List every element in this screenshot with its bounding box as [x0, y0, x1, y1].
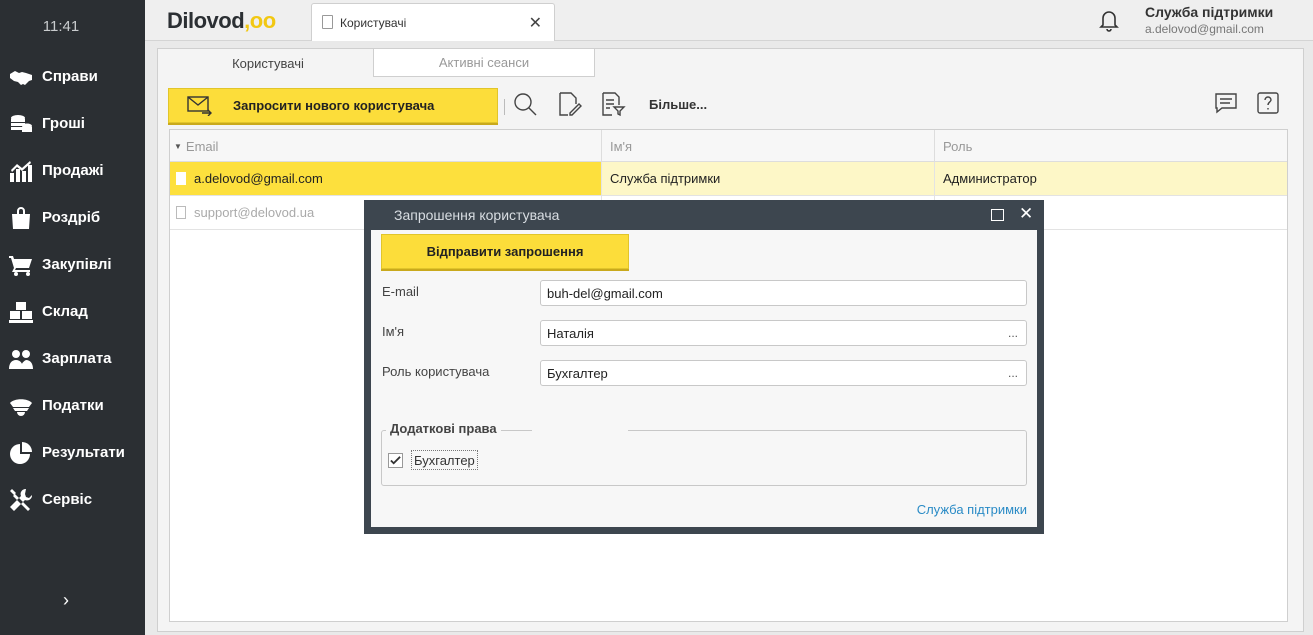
- edit-icon[interactable]: [556, 91, 584, 119]
- toolbar: Запросити нового користувача Більше...: [158, 77, 1303, 125]
- name-label: Ім'я: [382, 324, 405, 339]
- tab-title: Користувачі: [340, 16, 407, 30]
- checkbox-label[interactable]: Бухгалтер: [411, 450, 478, 470]
- close-icon[interactable]: ✕: [1019, 204, 1033, 224]
- sidebar-item-servis[interactable]: Сервіс: [0, 476, 145, 523]
- email-label: E-mail: [382, 284, 419, 299]
- table-header: ▼ Email Ім'я Роль: [170, 130, 1287, 162]
- sidebar-item-label: Гроші: [42, 115, 85, 132]
- file-icon: [176, 172, 186, 185]
- sidebar: 11:41 Справи Гроші Продажі Роздріб Закуп…: [0, 0, 145, 635]
- sidebar-item-spravy[interactable]: Справи: [0, 53, 145, 100]
- sales-chart-icon: [8, 158, 34, 184]
- sidebar-item-rozdrib[interactable]: Роздріб: [0, 194, 145, 241]
- tab-users[interactable]: Користувачі ✕: [311, 3, 555, 42]
- column-header-email[interactable]: ▼ Email: [170, 130, 602, 162]
- invite-user-label: Запросити нового користувача: [233, 98, 435, 113]
- sidebar-item-groshi[interactable]: Гроші: [0, 100, 145, 147]
- additional-rights-group: Додаткові права Бухгалтер: [381, 421, 1027, 486]
- top-bar: Dilovod,oo Користувачі ✕ Служба підтримк…: [145, 0, 1313, 42]
- sidebar-item-label: Результати: [42, 444, 125, 461]
- pie-chart-icon: [8, 440, 34, 466]
- group-line-gap: [532, 430, 628, 431]
- dialog-title: Запрошення користувача: [394, 207, 560, 223]
- user-name[interactable]: Служба підтримки: [1145, 4, 1273, 20]
- sidebar-item-sklad[interactable]: Склад: [0, 288, 145, 335]
- group-title: Додаткові права: [386, 421, 501, 436]
- support-link[interactable]: Служба підтримки: [917, 502, 1027, 517]
- coins-icon: [8, 111, 34, 137]
- sidebar-item-label: Склад: [42, 303, 88, 320]
- sort-down-icon: ▼: [174, 141, 182, 151]
- mail-send-icon: [187, 95, 213, 116]
- sidebar-item-label: Зарплата: [42, 350, 112, 367]
- name-value: Наталія: [547, 325, 594, 341]
- dialog-body: Відправити запрошення E-mail buh-del@gma…: [371, 230, 1037, 527]
- subtab-active-sessions[interactable]: Активні сеанси: [373, 49, 595, 77]
- sidebar-expand-icon[interactable]: ›: [56, 588, 76, 612]
- logo-dots: ,oo: [244, 8, 276, 33]
- name-select-button[interactable]: ...: [1008, 326, 1018, 340]
- clock: 11:41: [42, 18, 80, 35]
- email-text: support@delovod.ua: [194, 205, 315, 220]
- sidebar-nav: Справи Гроші Продажі Роздріб Закупівлі С…: [0, 53, 145, 523]
- sidebar-item-label: Продажі: [42, 162, 104, 179]
- email-text: a.delovod@gmail.com: [194, 171, 323, 186]
- chat-icon[interactable]: [1214, 91, 1240, 117]
- officer-cap-icon: [8, 393, 34, 419]
- accountant-checkbox[interactable]: [388, 453, 403, 468]
- email-field[interactable]: buh-del@gmail.com: [540, 280, 1027, 306]
- table-row[interactable]: a.delovod@gmail.com Служба підтримки Адм…: [170, 162, 1287, 196]
- column-label: Email: [185, 138, 219, 154]
- sidebar-item-podatky[interactable]: Податки: [0, 382, 145, 429]
- column-header-role[interactable]: Роль: [935, 130, 1287, 162]
- role-select-button[interactable]: ...: [1008, 366, 1018, 380]
- cell-name: Служба підтримки: [602, 162, 935, 195]
- sidebar-item-label: Закупівлі: [42, 256, 112, 273]
- user-email: a.delovod@gmail.com: [1145, 22, 1264, 36]
- invite-user-dialog: Запрошення користувача ✕ Відправити запр…: [364, 200, 1044, 534]
- sidebar-item-label: Сервіс: [42, 491, 93, 508]
- document-icon: [322, 15, 333, 29]
- bell-icon[interactable]: [1097, 8, 1123, 34]
- sidebar-item-zakupivli[interactable]: Закупівлі: [0, 241, 145, 288]
- cell-email: a.delovod@gmail.com: [170, 162, 602, 195]
- role-label: Роль користувача: [382, 364, 490, 379]
- filter-doc-icon[interactable]: [600, 91, 628, 119]
- sidebar-item-prodazhi[interactable]: Продажі: [0, 147, 145, 194]
- sidebar-item-label: Справи: [42, 68, 98, 85]
- shopping-bag-icon: [8, 205, 34, 231]
- role-value: Бухгалтер: [547, 365, 608, 381]
- people-icon: [8, 346, 34, 372]
- help-icon[interactable]: [1256, 91, 1282, 117]
- invite-user-button[interactable]: Запросити нового користувача: [168, 88, 498, 123]
- column-header-name[interactable]: Ім'я: [602, 130, 935, 162]
- send-invite-button[interactable]: Відправити запрошення: [381, 234, 629, 269]
- check-icon: [390, 456, 401, 465]
- sidebar-item-zarplata[interactable]: Зарплата: [0, 335, 145, 382]
- logo-text: Dilovod: [167, 8, 245, 33]
- tools-icon: [8, 487, 34, 513]
- sidebar-item-label: Податки: [42, 397, 104, 414]
- tab-close-icon[interactable]: ✕: [529, 13, 542, 33]
- email-value: buh-del@gmail.com: [547, 285, 663, 301]
- sidebar-item-label: Роздріб: [42, 209, 101, 226]
- toolbar-divider: [504, 99, 505, 115]
- handshake-icon: [8, 64, 34, 90]
- file-icon: [176, 206, 186, 219]
- boxes-icon: [8, 299, 34, 325]
- sidebar-item-rezultaty[interactable]: Результати: [0, 429, 145, 476]
- logo: Dilovod,oo: [167, 8, 276, 34]
- role-field[interactable]: Бухгалтер...: [540, 360, 1027, 386]
- cell-role: Администратор: [935, 162, 1287, 195]
- subtab-users[interactable]: Користувачі: [168, 49, 368, 77]
- maximize-icon[interactable]: [991, 209, 1004, 221]
- cart-icon: [8, 252, 34, 278]
- search-icon[interactable]: [512, 91, 540, 119]
- name-field[interactable]: Наталія...: [540, 320, 1027, 346]
- more-button[interactable]: Більше...: [649, 97, 707, 112]
